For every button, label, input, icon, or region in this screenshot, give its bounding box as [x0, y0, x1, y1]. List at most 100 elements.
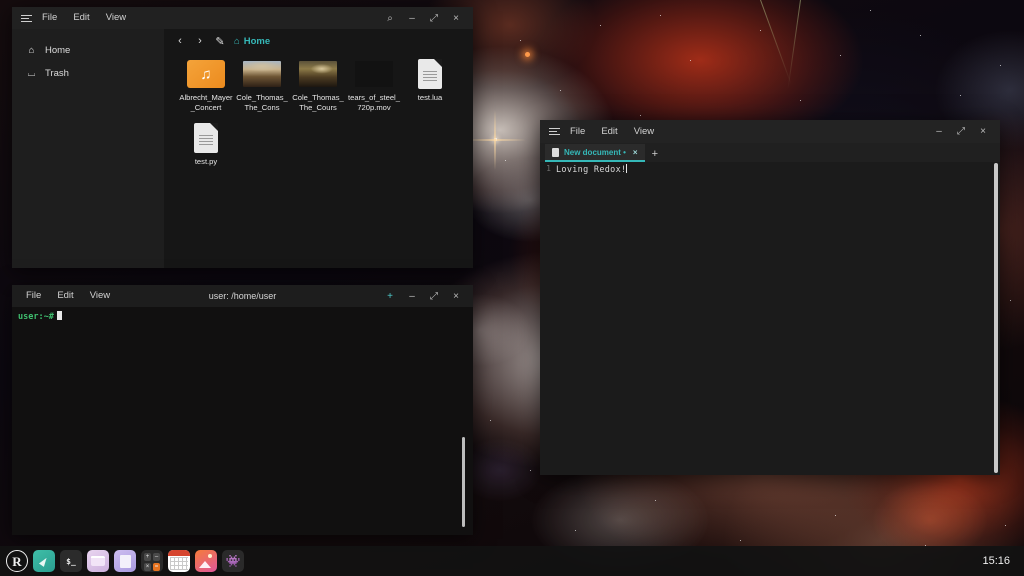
calc-key-times: ×	[144, 563, 151, 571]
terminal-titlebar[interactable]: File Edit View user: /home/user + – ⤢ ×	[12, 285, 473, 307]
calculator-icon[interactable]: + – × =	[141, 550, 163, 572]
ed-menu-file[interactable]: File	[562, 121, 593, 143]
text-caret	[626, 164, 628, 173]
calc-key-minus: –	[153, 553, 160, 561]
image-viewer-icon[interactable]	[195, 550, 217, 572]
folder-icon	[91, 556, 105, 566]
file-manager-body: ⌂ Home ⌴ Trash ‹ › ✎ ⌂ Home ♫ Albrecht_M…	[12, 29, 473, 268]
editor-scrollbar[interactable]	[994, 163, 998, 473]
file-thumbnail	[355, 59, 393, 89]
image-file-icon	[243, 61, 281, 87]
sidebar-item-label: Home	[45, 45, 71, 56]
terminal-icon[interactable]: $_	[60, 550, 82, 572]
maximize-button[interactable]: ⤢	[423, 285, 445, 307]
maximize-button[interactable]: ⤢	[423, 7, 445, 29]
close-button[interactable]: ×	[972, 121, 994, 143]
ed-menu-view[interactable]: View	[626, 121, 662, 143]
term-menu-edit[interactable]: Edit	[49, 285, 81, 307]
back-button[interactable]: ‹	[170, 31, 190, 51]
document-icon	[552, 147, 559, 157]
game-icon[interactable]: 👾	[222, 550, 244, 572]
file-thumbnail	[411, 59, 449, 89]
image-file-icon	[299, 61, 337, 87]
file-manager-icon[interactable]	[87, 550, 109, 572]
term-menu-file[interactable]: File	[18, 285, 49, 307]
desktop[interactable]: File Edit View ⌕ – ⤢ × ⌂ Home ⌴ Trash ‹ …	[0, 0, 1024, 576]
forward-button[interactable]: ›	[190, 31, 210, 51]
text-editor-window[interactable]: File Edit View – ⤢ × New document • × + …	[540, 120, 1000, 475]
mountain-icon	[199, 561, 211, 568]
editor-text-area[interactable]: 1 Loving Redox!	[540, 162, 1000, 475]
new-tab-button[interactable]: +	[645, 146, 665, 162]
term-menu-view[interactable]: View	[82, 285, 118, 307]
terminal-scrollbar[interactable]	[462, 437, 465, 527]
file-thumbnail	[299, 59, 337, 89]
menu-icon[interactable]	[546, 128, 562, 135]
calendar-icon[interactable]	[168, 550, 190, 572]
file-item[interactable]: tears_of_steel_720p.mov	[346, 59, 402, 113]
file-name-label: Cole_Thomas_The_Cours	[292, 93, 344, 112]
file-name-label: Cole_Thomas_The_Cons	[236, 93, 288, 112]
menu-icon[interactable]	[18, 14, 34, 22]
line-number-gutter: 1	[546, 164, 551, 173]
tab-close-icon[interactable]: ×	[633, 148, 638, 157]
fm-menu-edit[interactable]: Edit	[65, 7, 97, 29]
file-name-label: test.py	[194, 157, 218, 166]
new-tab-button[interactable]: +	[379, 285, 401, 307]
orange-star	[525, 52, 530, 57]
calendar-grid	[170, 557, 188, 570]
close-button[interactable]: ×	[445, 285, 467, 307]
terminal-prompt: user:~#	[18, 312, 54, 322]
sidebar-item-trash[interactable]: ⌴ Trash	[12, 62, 164, 85]
document-file-icon	[194, 123, 218, 153]
editor-line[interactable]: Loving Redox!	[551, 162, 1000, 475]
clock[interactable]: 15:16	[982, 555, 1018, 567]
minimize-button[interactable]: –	[928, 121, 950, 143]
file-item[interactable]: ♫ Albrecht_Mayer_Concert	[178, 59, 234, 113]
file-thumbnail: ♫	[187, 59, 225, 89]
file-manager-titlebar[interactable]: File Edit View ⌕ – ⤢ ×	[12, 7, 473, 29]
compass-needle-icon	[38, 555, 50, 567]
edit-path-icon[interactable]: ✎	[210, 31, 230, 51]
file-manager-window[interactable]: File Edit View ⌕ – ⤢ × ⌂ Home ⌴ Trash ‹ …	[12, 7, 473, 268]
sidebar-item-home[interactable]: ⌂ Home	[12, 39, 164, 62]
breadcrumb[interactable]: ⌂ Home	[234, 36, 270, 47]
home-icon: ⌂	[234, 35, 240, 47]
file-item[interactable]: test.lua	[402, 59, 458, 113]
taskbar[interactable]: R $_ + – × = 👾 15:16	[0, 546, 1024, 576]
file-manager-sidebar: ⌂ Home ⌴ Trash	[12, 29, 164, 268]
calendar-header	[168, 550, 190, 556]
search-icon[interactable]: ⌕	[379, 7, 401, 29]
file-manager-main[interactable]: ‹ › ✎ ⌂ Home ♫ Albrecht_Mayer_Concert Co…	[164, 29, 473, 268]
document-file-icon	[418, 59, 442, 89]
breadcrumb-label: Home	[243, 35, 271, 47]
minimize-button[interactable]: –	[401, 7, 423, 29]
browser-icon[interactable]	[33, 550, 55, 572]
minimize-button[interactable]: –	[401, 285, 423, 307]
file-name-label: Albrecht_Mayer_Concert	[179, 93, 233, 112]
fm-menu-file[interactable]: File	[34, 7, 65, 29]
star-diffraction-spike	[464, 139, 526, 141]
file-manager-toolbar: ‹ › ✎ ⌂ Home	[164, 29, 473, 53]
ed-menu-edit[interactable]: Edit	[593, 121, 625, 143]
close-button[interactable]: ×	[445, 7, 467, 29]
terminal-body[interactable]: user:~#	[12, 307, 473, 535]
video-file-icon	[355, 61, 393, 87]
tab-new-document[interactable]: New document • ×	[545, 144, 645, 162]
terminal-window[interactable]: File Edit View user: /home/user + – ⤢ × …	[12, 285, 473, 535]
file-item[interactable]: Cole_Thomas_The_Cons	[234, 59, 290, 113]
terminal-cursor	[56, 311, 62, 320]
fm-menu-view[interactable]: View	[98, 7, 134, 29]
maximize-button[interactable]: ⤢	[950, 121, 972, 143]
file-thumbnail	[243, 59, 281, 89]
text-editor-titlebar[interactable]: File Edit View – ⤢ ×	[540, 120, 1000, 143]
file-item[interactable]: test.py	[178, 123, 234, 167]
text-editor-icon[interactable]	[114, 550, 136, 572]
home-icon: ⌂	[28, 45, 35, 56]
file-grid: ♫ Albrecht_Mayer_Concert Cole_Thomas_The…	[164, 53, 473, 177]
document-icon	[119, 554, 131, 568]
editor-line-text: Loving Redox!	[556, 165, 627, 175]
redox-logo-icon[interactable]: R	[6, 550, 28, 572]
tab-label: New document •	[564, 147, 626, 157]
file-item[interactable]: Cole_Thomas_The_Cours	[290, 59, 346, 113]
